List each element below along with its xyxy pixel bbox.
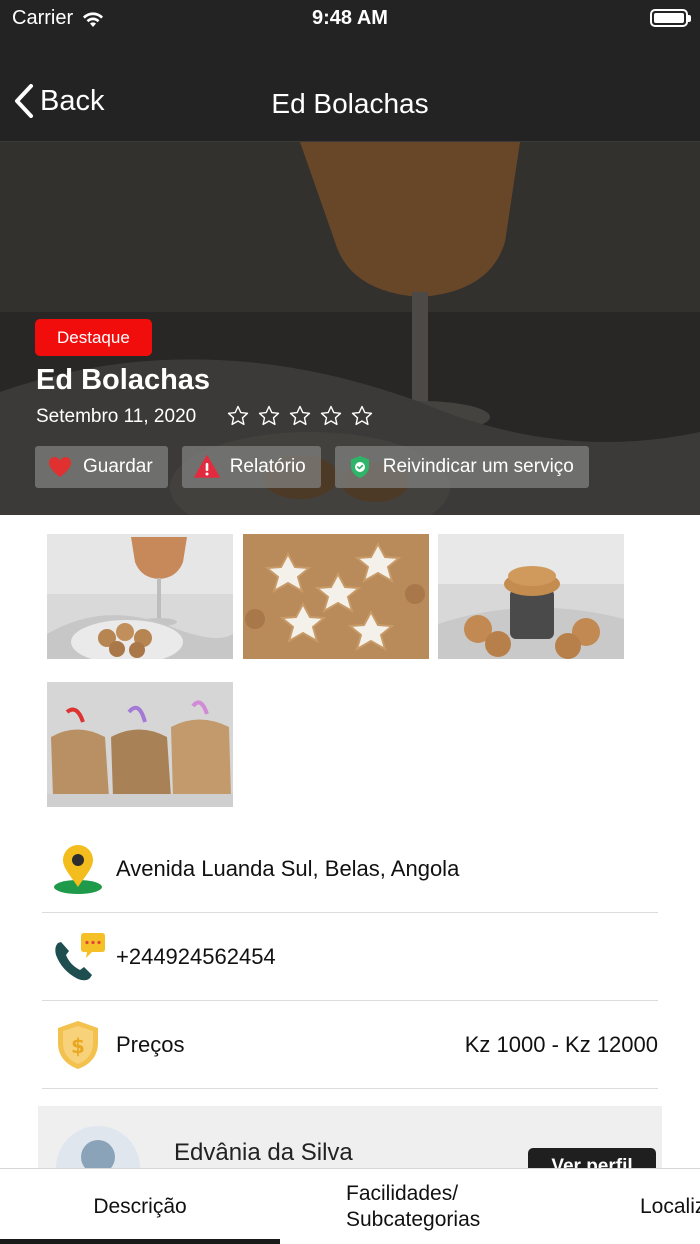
clock: 9:48 AM xyxy=(312,7,388,29)
page-title: Ed Bolachas xyxy=(271,88,429,119)
action-bar: Guardar Relatório Reivindicar um serviço xyxy=(35,446,589,488)
star-icon xyxy=(351,405,373,426)
star-icon xyxy=(289,405,311,426)
juice-glass-cookies-photo xyxy=(47,534,233,659)
tab-facilities-label: Facilidades/ Subcategorias xyxy=(346,1182,481,1231)
gallery-photo-stacked-cookies[interactable] xyxy=(438,534,624,659)
heart-icon xyxy=(49,457,71,477)
navigation-bar: Back Ed Bolachas xyxy=(0,40,700,142)
report-label: Relatório xyxy=(229,456,306,477)
claim-service-button[interactable]: Reivindicar um serviço xyxy=(334,446,589,488)
tab-bar: Descrição Facilidades/ Subcategorias Loc… xyxy=(0,1168,700,1244)
tab-location-label: Localização xyxy=(640,1195,700,1218)
active-tab-indicator xyxy=(0,1239,280,1244)
price-row: $ Preços Kz 1000 - Kz 12000 xyxy=(42,1001,658,1089)
status-bar: Carrier 9:48 AM xyxy=(0,0,700,40)
gallery-photo-cookie-bags[interactable] xyxy=(47,682,233,807)
location-pin-icon xyxy=(50,841,106,897)
phone-row[interactable]: +244924562454 xyxy=(42,913,658,1001)
gallery-photo-star-cookies[interactable] xyxy=(243,534,429,659)
shield-check-icon xyxy=(350,456,369,478)
report-button[interactable]: Relatório xyxy=(181,446,321,488)
publish-date: Setembro 11, 2020 xyxy=(36,406,197,427)
price-label: Preços xyxy=(116,1031,185,1057)
business-title: Ed Bolachas xyxy=(36,364,211,396)
tab-location[interactable]: Localização xyxy=(640,1169,700,1244)
star-icon xyxy=(227,405,249,426)
battery-icon xyxy=(650,9,691,27)
star-cookies-photo xyxy=(243,534,429,659)
star-icon xyxy=(320,405,342,426)
hero-banner: Destaque Ed Bolachas Setembro 11, 2020 G… xyxy=(0,142,700,515)
save-button[interactable]: Guardar xyxy=(35,446,168,488)
price-range: Kz 1000 - Kz 12000 xyxy=(464,1031,658,1057)
tab-facilities[interactable]: Facilidades/ Subcategorias xyxy=(346,1169,546,1244)
author-card: Edvânia da Silva Ver perfil xyxy=(38,1106,662,1176)
cookie-bags-photo xyxy=(47,682,233,807)
stacked-cookies-photo xyxy=(438,534,624,659)
address-text: Avenida Luanda Sul, Belas, Angola xyxy=(116,855,460,881)
warning-icon xyxy=(193,455,220,478)
claim-service-label: Reivindicar um serviço xyxy=(382,456,574,477)
tab-description-label: Descrição xyxy=(93,1195,187,1218)
phone-number: +244924562454 xyxy=(116,943,276,969)
gallery-photo-juice[interactable] xyxy=(47,534,233,659)
address-row[interactable]: Avenida Luanda Sul, Belas, Angola xyxy=(42,825,658,913)
star-icon xyxy=(258,405,280,426)
save-label: Guardar xyxy=(83,456,153,477)
star-rating[interactable] xyxy=(226,404,374,428)
svg-text:$: $ xyxy=(71,1034,85,1058)
price-shield-icon: $ xyxy=(50,1017,106,1073)
phone-chat-icon xyxy=(50,929,106,985)
tab-description[interactable]: Descrição xyxy=(0,1169,280,1244)
featured-badge: Destaque xyxy=(35,319,152,356)
author-name: Edvânia da Silva xyxy=(174,1139,353,1166)
